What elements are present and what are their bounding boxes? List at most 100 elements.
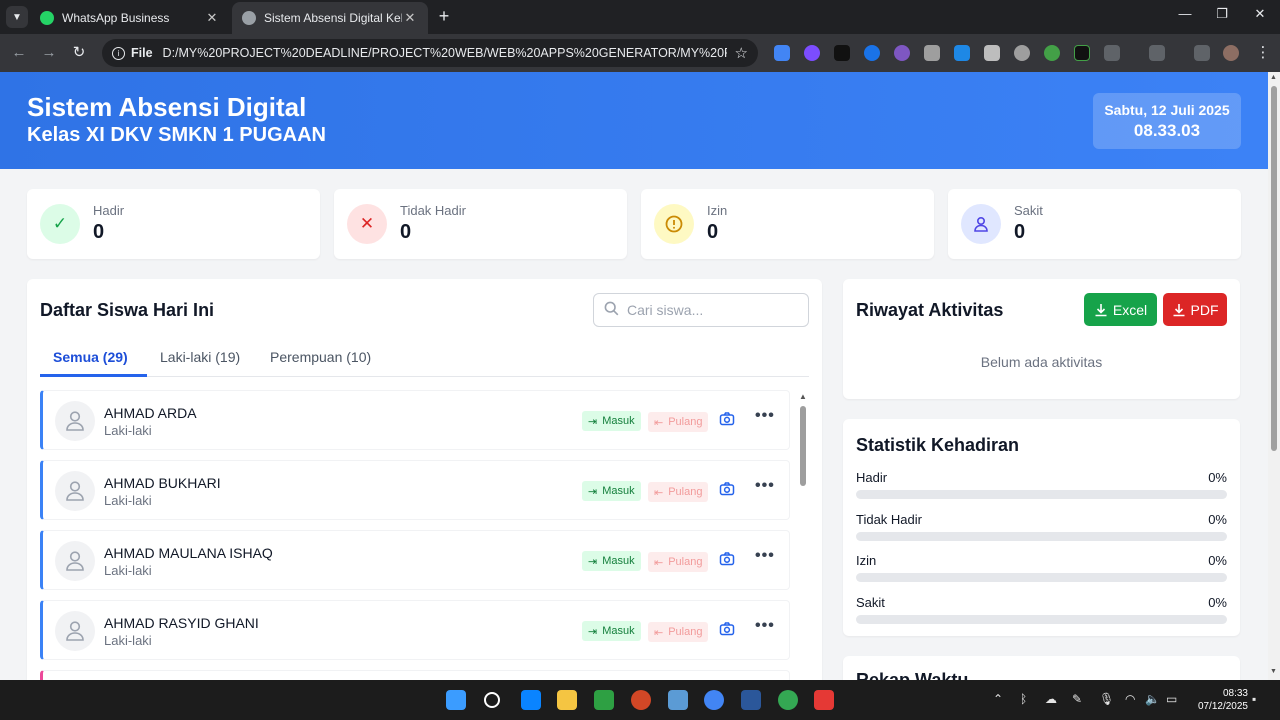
more-options-icon[interactable]: ••• [755, 407, 775, 425]
page-content: Sistem Absensi Digital Kelas XI DKV SMKN… [0, 72, 1268, 680]
reload-icon[interactable]: ↻ [68, 42, 90, 64]
camera-icon[interactable] [719, 411, 739, 431]
extension-icon[interactable] [804, 45, 820, 61]
pulang-button[interactable]: ⇤ Pulang [648, 412, 709, 432]
scrollbar-thumb[interactable] [1271, 86, 1277, 451]
app-icon[interactable] [668, 690, 688, 710]
scroll-up-arrow-icon[interactable]: ▲ [799, 392, 807, 401]
window-close-icon[interactable]: ✕ [1242, 6, 1278, 22]
notification-icon[interactable]: ▪ [1252, 692, 1256, 706]
pen-icon[interactable]: ✎ [1072, 692, 1082, 706]
word-icon[interactable] [741, 690, 761, 710]
shield-extension-icon[interactable] [984, 45, 1000, 61]
app-icon[interactable] [814, 690, 834, 710]
extension-icon[interactable] [954, 45, 970, 61]
tab-perempuan[interactable]: Perempuan (10) [270, 349, 371, 365]
chevron-up-icon[interactable]: ⌃ [993, 692, 1003, 706]
new-tab-plus-icon[interactable]: + [434, 6, 454, 27]
scrollbar-thumb[interactable] [800, 406, 806, 486]
chrome-icon[interactable] [778, 690, 798, 710]
volume-icon[interactable]: 🔈 [1145, 692, 1160, 706]
extension-icon[interactable] [864, 45, 880, 61]
more-options-icon[interactable]: ••• [755, 617, 775, 635]
masuk-button[interactable]: ⇥ Masuk [582, 481, 641, 501]
current-date: Sabtu, 12 Juli 2025 [1104, 102, 1230, 118]
login-icon: ⇥ [588, 625, 598, 638]
battery-icon[interactable]: ▭ [1166, 692, 1177, 706]
wifi-icon[interactable]: ◠ [1125, 692, 1135, 706]
file-explorer-icon[interactable] [557, 690, 577, 710]
masuk-button[interactable]: ⇥ Masuk [582, 621, 641, 641]
stat-bar-hadir: Hadir 0% [856, 470, 1227, 499]
bluetooth-icon[interactable]: ᛒ [1020, 692, 1027, 706]
gender-tabs: Semua (29) Laki-laki (19) Perempuan (10) [40, 341, 809, 377]
download-icon[interactable] [1194, 45, 1210, 61]
scroll-down-arrow-icon[interactable]: ▼ [1270, 668, 1277, 675]
tab-search-chevron-icon[interactable]: ▼ [6, 6, 28, 28]
url-text: D:/MY%20PROJECT%20DEADLINE/PROJECT%20WEB… [162, 46, 727, 60]
search-input[interactable] [627, 302, 797, 318]
extension-icon[interactable] [1074, 45, 1090, 61]
table-row: AHMAD ARDA Laki-laki ⇥ Masuk ⇤ Pulang ••• [40, 390, 790, 450]
search-box[interactable] [593, 293, 809, 327]
page-scrollbar[interactable]: ▲ ▼ [1268, 72, 1280, 680]
download-icon [1173, 303, 1184, 316]
profile-avatar[interactable] [1223, 45, 1239, 61]
info-icon[interactable]: i [112, 46, 125, 60]
masuk-button[interactable]: ⇥ Masuk [582, 411, 641, 431]
bookmarks-icon[interactable] [1149, 45, 1165, 61]
list-title: Daftar Siswa Hari Ini [40, 300, 215, 320]
student-gender: Laki-laki [104, 493, 152, 508]
pulang-button[interactable]: ⇤ Pulang [648, 622, 709, 642]
cloud-icon[interactable]: ☁ [1045, 692, 1057, 706]
chrome-icon[interactable] [704, 690, 724, 710]
search-icon[interactable] [484, 692, 500, 708]
progress-track [856, 532, 1227, 541]
microphone-icon[interactable]: 🎙 [1099, 692, 1114, 706]
export-pdf-button[interactable]: PDF [1163, 293, 1227, 326]
camera-icon[interactable] [719, 621, 739, 641]
masuk-button[interactable]: ⇥ Masuk [582, 551, 641, 571]
windows-start-icon[interactable] [446, 690, 466, 710]
kebab-menu-icon[interactable]: ⋮ [1252, 42, 1274, 64]
extension-icon[interactable] [834, 45, 850, 61]
extension-icon[interactable] [894, 45, 910, 61]
tab-whatsapp[interactable]: WhatsApp Business ✕ [30, 2, 230, 34]
app-icon[interactable] [594, 690, 614, 710]
progress-track [856, 615, 1227, 624]
scroll-up-arrow-icon[interactable]: ▲ [1270, 74, 1277, 81]
forward-arrow-icon[interactable]: → [38, 42, 60, 64]
tab-absensi[interactable]: Sistem Absensi Digital Kelas XI D ✕ [232, 2, 428, 34]
stat-bar-izin: Izin 0% [856, 553, 1227, 582]
list-scrollbar[interactable]: ▲ [798, 390, 808, 680]
maximize-icon[interactable]: ❐ [1204, 6, 1240, 22]
close-icon[interactable]: ✕ [402, 10, 418, 26]
check-icon: ✓ [40, 204, 80, 244]
download-icon [1095, 303, 1107, 316]
table-row [40, 670, 790, 680]
back-arrow-icon[interactable]: ← [8, 42, 30, 64]
camera-extension-icon[interactable] [924, 45, 940, 61]
system-clock[interactable]: 08:33 07/12/2025 [1186, 687, 1248, 713]
close-icon[interactable]: ✕ [204, 10, 220, 26]
camera-icon[interactable] [719, 551, 739, 571]
more-options-icon[interactable]: ••• [755, 477, 775, 495]
puzzle-extensions-icon[interactable] [1104, 45, 1120, 61]
extension-icon[interactable] [774, 45, 790, 61]
camera-icon[interactable] [719, 481, 739, 501]
address-bar[interactable]: i File D:/MY%20PROJECT%20DEADLINE/PROJEC… [102, 39, 758, 67]
login-icon: ⇥ [588, 555, 598, 568]
extension-icon[interactable] [1044, 45, 1060, 61]
pulang-button[interactable]: ⇤ Pulang [648, 552, 709, 572]
more-options-icon[interactable]: ••• [755, 547, 775, 565]
bookmark-star-icon[interactable]: ☆ [735, 44, 748, 62]
activity-card: Riwayat Aktivitas Excel PDF Belum ada ak… [843, 279, 1240, 399]
minimize-icon[interactable]: — [1167, 6, 1203, 21]
tab-laki-laki[interactable]: Laki-laki (19) [160, 349, 240, 365]
tab-semua[interactable]: Semua (29) [53, 349, 128, 365]
export-excel-button[interactable]: Excel [1084, 293, 1157, 326]
powerpoint-icon[interactable] [631, 690, 651, 710]
extension-icon[interactable] [1014, 45, 1030, 61]
app-icon[interactable] [521, 690, 541, 710]
pulang-button[interactable]: ⇤ Pulang [648, 482, 709, 502]
